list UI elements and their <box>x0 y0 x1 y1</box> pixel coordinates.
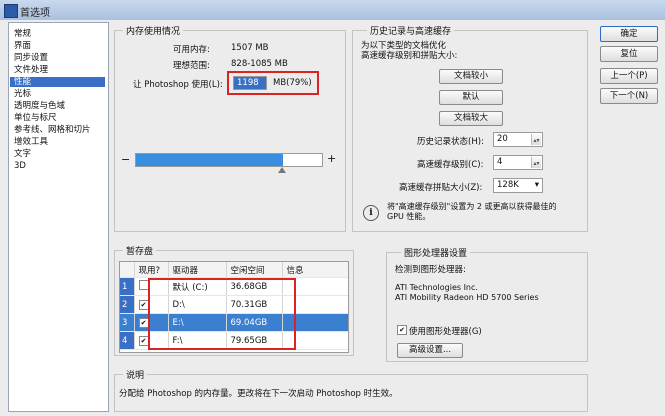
gpu-model: ATI Mobility Radeon HD 5700 Series <box>395 293 539 302</box>
preferences-dialog: 首选项 常规 界面 同步设置 文件处理 性能 光标 透明度与色域 单位与标尺 参… <box>0 0 665 416</box>
memory-slider-track[interactable] <box>135 153 323 167</box>
scratch-disk-table-box: 现用? 驱动器 空闲空间 信息 1 默认 (C:) 36.68GB 2 ✔ D:… <box>119 261 349 353</box>
default-button[interactable]: 默认 <box>439 90 503 105</box>
row-number: 3 <box>120 313 135 332</box>
spin-icon[interactable]: ▴▾ <box>531 157 541 168</box>
description-group-title: 说明 <box>123 368 148 381</box>
gpu-hint-line2: GPU 性能。 <box>387 212 431 221</box>
cache-levels-value: 4 <box>497 157 503 167</box>
app-icon <box>4 4 18 18</box>
sidebar-item-general[interactable]: 常规 <box>14 29 31 39</box>
memory-slider-thumb[interactable] <box>277 167 286 173</box>
history-cache-group: 历史记录与高速缓存 为以下类型的文档优化 高速缓存级别和拼贴大小: 文档较小 默… <box>352 24 588 232</box>
description-text: 分配给 Photoshop 的内存量。更改将在下一次启动 Photoshop 时… <box>119 389 398 399</box>
advanced-settings-button[interactable]: 高级设置... <box>397 343 463 358</box>
sidebar-item-plugins[interactable]: 增效工具 <box>14 137 48 147</box>
sidebar-item-type[interactable]: 文字 <box>14 149 31 159</box>
sidebar-item-file-handling[interactable]: 文件处理 <box>14 65 48 75</box>
spin-icon[interactable]: ▴▾ <box>531 134 541 145</box>
optimize-desc-2: 高速缓存级别和拼贴大小: <box>361 51 458 61</box>
available-memory-value: 1507 MB <box>231 43 269 53</box>
sidebar-item-performance[interactable]: 性能 <box>10 77 105 87</box>
sidebar-item-guides[interactable]: 参考线、网格和切片 <box>14 125 91 135</box>
column-header[interactable]: 现用? <box>134 262 169 278</box>
plus-icon: + <box>327 152 337 165</box>
row-number: 1 <box>120 277 135 296</box>
history-states-label: 历史记录状态(H): <box>417 137 484 147</box>
row-number: 2 <box>120 295 135 314</box>
highlight-box <box>148 278 296 350</box>
description-group: 说明 分配给 Photoshop 的内存量。更改将在下一次启动 Photosho… <box>114 368 588 412</box>
gpu-detected-label: 检测到图形处理器: <box>395 265 466 275</box>
use-gpu-label: 使用图形处理器(G) <box>409 327 482 337</box>
scratch-group-title: 暂存盘 <box>123 244 157 257</box>
gpu-settings-group: 图形处理器设置 检测到图形处理器: ATI Technologies Inc. … <box>386 246 588 362</box>
sidebar-item-3d[interactable]: 3D <box>14 161 26 171</box>
large-documents-button[interactable]: 文档较大 <box>439 111 503 126</box>
column-header[interactable]: 空闲空间 <box>226 262 283 278</box>
use-gpu-checkbox[interactable]: ✔ <box>397 325 407 335</box>
memory-slider-fill <box>136 154 283 166</box>
ok-button[interactable]: 确定 <box>600 26 658 42</box>
minus-icon: − <box>121 153 131 166</box>
next-button[interactable]: 下一个(N) <box>600 88 658 104</box>
row-number: 4 <box>120 331 135 350</box>
available-memory-label: 可用内存: <box>173 45 210 55</box>
tile-size-value: 128K <box>497 180 519 190</box>
sidebar-item-units[interactable]: 单位与标尺 <box>14 113 57 123</box>
photoshop-usage-label: 让 Photoshop 使用(L): <box>133 80 223 90</box>
check-icon[interactable]: ✔ <box>138 299 149 310</box>
tile-size-select[interactable]: 128K ▾ <box>493 178 543 193</box>
history-group-title: 历史记录与高速缓存 <box>367 24 455 37</box>
gpu-group-title: 图形处理器设置 <box>401 246 471 259</box>
check-icon[interactable]: ✔ <box>138 335 149 346</box>
small-documents-button[interactable]: 文档较小 <box>439 69 503 84</box>
title-bar: 首选项 <box>0 0 665 20</box>
cache-levels-label: 高速缓存级别(C): <box>417 160 484 170</box>
active-checkbox[interactable] <box>138 280 149 290</box>
scratch-disks-group: 暂存盘 现用? 驱动器 空闲空间 信息 1 默认 (C:) 36.68GB 2 … <box>114 244 354 356</box>
previous-button[interactable]: 上一个(P) <box>600 68 658 84</box>
check-icon[interactable]: ✔ <box>138 317 149 328</box>
column-header[interactable]: 驱动器 <box>168 262 227 278</box>
sidebar-item-sync[interactable]: 同步设置 <box>14 53 48 63</box>
sidebar-item-cursors[interactable]: 光标 <box>14 89 31 99</box>
reset-button[interactable]: 复位 <box>600 46 658 62</box>
category-list[interactable]: 常规 界面 同步设置 文件处理 性能 光标 透明度与色域 单位与标尺 参考线、网… <box>8 22 109 412</box>
row-num-header <box>120 262 135 278</box>
memory-group-title: 内存使用情况 <box>123 24 184 37</box>
info-icon: i <box>363 205 379 221</box>
ideal-range-label: 理想范围: <box>173 61 210 71</box>
column-header[interactable]: 信息 <box>282 262 348 278</box>
cache-levels-input[interactable]: 4 ▴▾ <box>493 155 543 170</box>
history-states-value: 20 <box>497 134 508 144</box>
ideal-range-value: 828-1085 MB <box>231 59 288 69</box>
sidebar-item-transparency[interactable]: 透明度与色域 <box>14 101 65 111</box>
tile-size-label: 高速缓存拼贴大小(Z): <box>399 183 483 193</box>
window-title: 首选项 <box>20 8 50 19</box>
sidebar-item-interface[interactable]: 界面 <box>14 41 31 51</box>
gpu-vendor: ATI Technologies Inc. <box>395 283 478 292</box>
history-states-input[interactable]: 20 ▴▾ <box>493 132 543 147</box>
chevron-down-icon: ▾ <box>534 180 539 190</box>
memory-usage-group: 内存使用情况 可用内存: 1507 MB 理想范围: 828-1085 MB 让… <box>114 24 346 232</box>
highlight-box <box>227 71 319 95</box>
